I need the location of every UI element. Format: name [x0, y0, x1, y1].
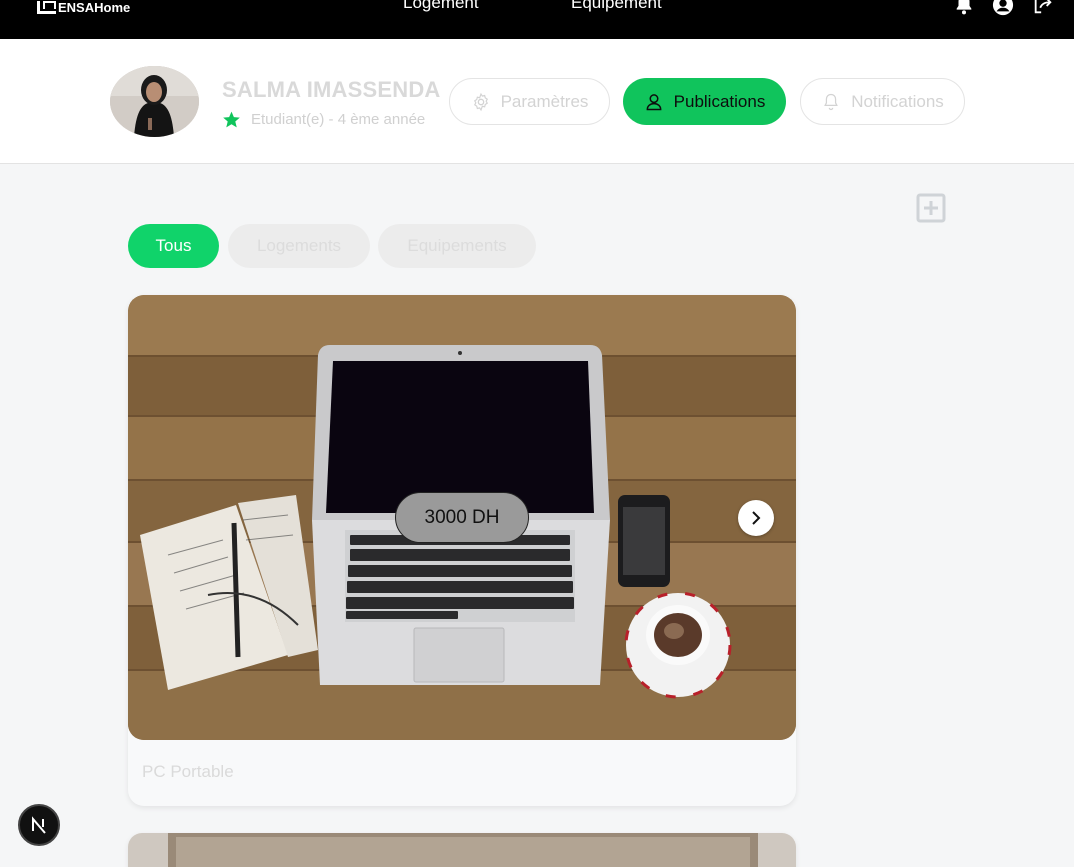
post-title: PC Portable [142, 762, 234, 781]
tab-notifications-label: Notifications [851, 91, 944, 111]
tab-publications[interactable]: Publications [623, 78, 786, 125]
top-navbar: ENSAHome Logement Equipement [0, 0, 1074, 39]
price-tag: 3000 DH [395, 492, 529, 543]
user-circle-icon[interactable] [992, 0, 1014, 16]
post-card[interactable]: 3000 DH PC Portable [128, 295, 796, 806]
bell-outline-icon [824, 93, 839, 110]
profile-header: SALMA IMASSENDA Etudiant(e) - 4 ème anné… [0, 39, 1074, 164]
user-icon [646, 93, 662, 110]
nav-link-equipement[interactable]: Equipement [571, 0, 662, 13]
brand-name: ENSAHome [58, 0, 131, 15]
dev-tools-badge[interactable] [18, 804, 60, 846]
chevron-right-icon [752, 511, 761, 525]
bell-icon[interactable] [953, 0, 975, 16]
add-square-icon[interactable] [916, 193, 946, 223]
tab-notifications[interactable]: Notifications [800, 78, 965, 125]
filter-equipements[interactable]: Equipements [378, 224, 536, 268]
star-icon [223, 111, 240, 128]
avatar [110, 66, 199, 137]
gear-icon [473, 92, 488, 111]
post-card[interactable] [128, 833, 796, 867]
filter-tous[interactable]: Tous [128, 224, 219, 268]
post-image-laptop: 3000 DH [128, 295, 796, 740]
nextjs-logo-icon [32, 816, 46, 834]
profile-subtitle: Etudiant(e) - 4 ème année [251, 111, 426, 128]
nav-link-logement[interactable]: Logement [403, 0, 479, 13]
tab-parametres[interactable]: Paramètres [449, 78, 610, 125]
profile-name: SALMA IMASSENDA [222, 77, 441, 102]
filter-logements[interactable]: Logements [228, 224, 370, 268]
post-image-room [128, 833, 796, 867]
brand-logo[interactable]: ENSAHome [37, 0, 130, 14]
carousel-next-button[interactable] [738, 500, 774, 536]
tab-parametres-label: Paramètres [500, 91, 589, 111]
home-logo-icon [37, 1, 56, 14]
tab-publications-label: Publications [673, 91, 766, 111]
logout-icon[interactable] [1032, 0, 1054, 16]
